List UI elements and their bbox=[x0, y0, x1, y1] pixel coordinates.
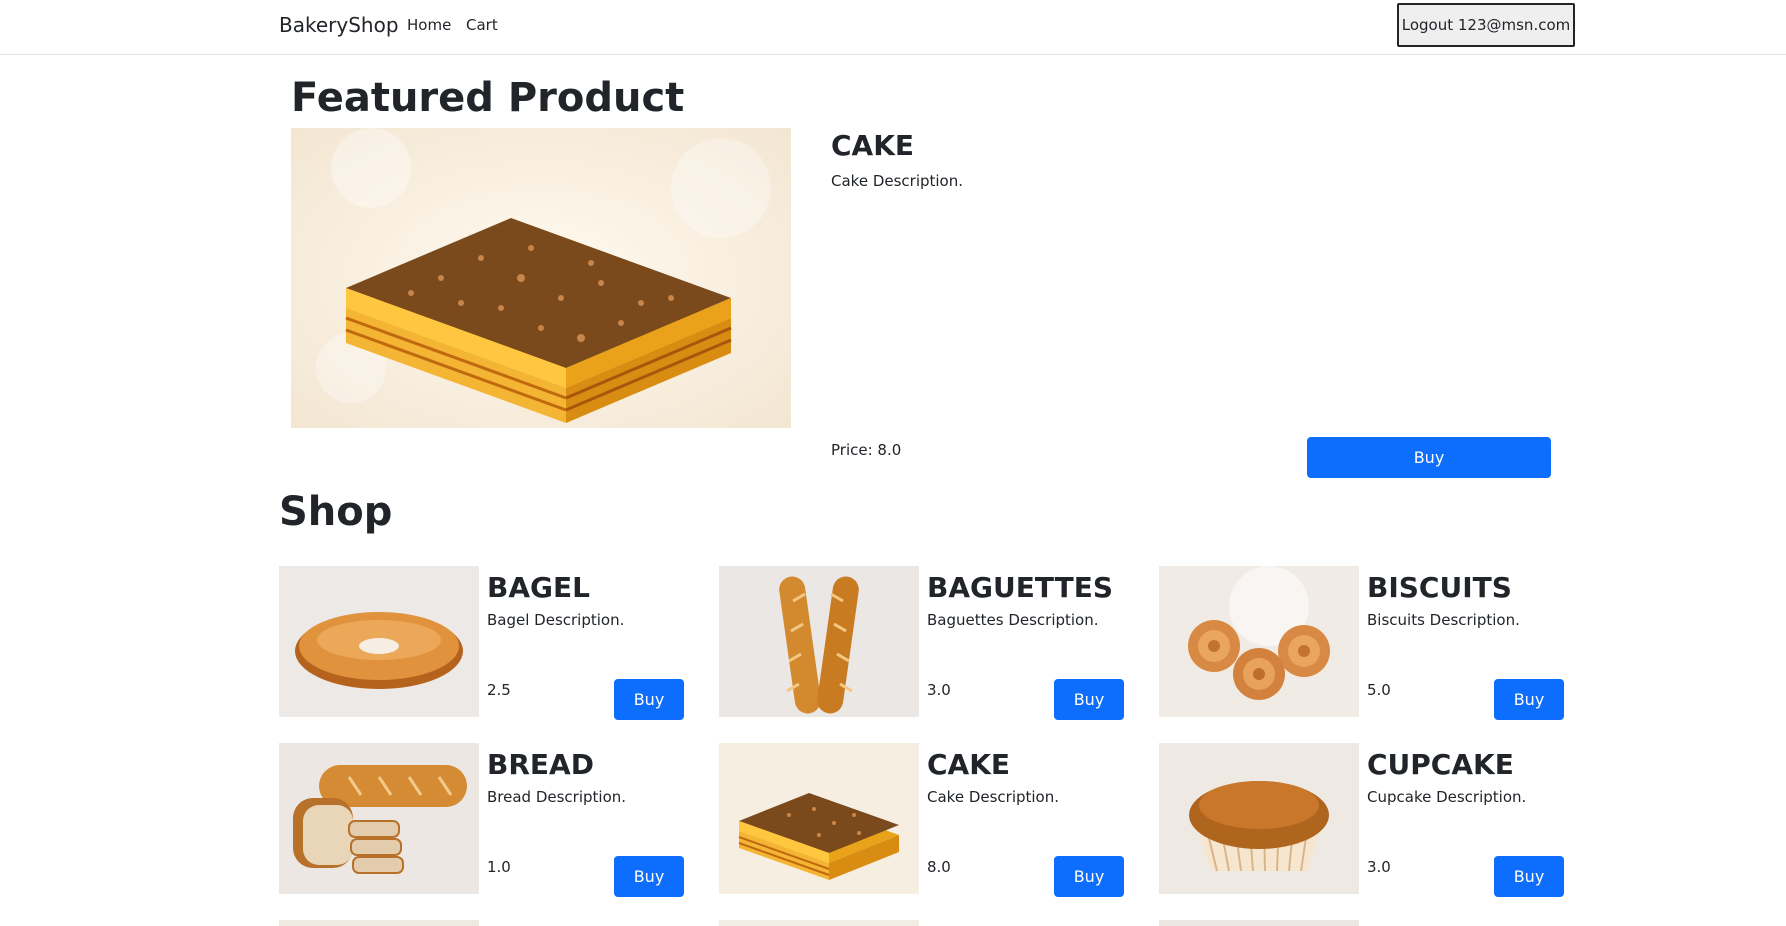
product-card-cupcake: CUPCAKE Cupcake Description. 3.0 Buy bbox=[1159, 743, 1579, 897]
product-image-partial bbox=[1159, 920, 1359, 926]
product-price: 2.5 bbox=[487, 681, 511, 699]
product-image-bread bbox=[279, 743, 479, 894]
featured-product-name: CAKE bbox=[831, 129, 915, 162]
product-name: BAGUETTES bbox=[927, 571, 1113, 604]
buy-button[interactable]: Buy bbox=[1054, 679, 1124, 720]
buy-button[interactable]: Buy bbox=[1494, 856, 1564, 897]
product-image-bagel bbox=[279, 566, 479, 717]
product-name: BREAD bbox=[487, 748, 594, 781]
product-price: 3.0 bbox=[1367, 858, 1391, 876]
product-image-biscuits bbox=[1159, 566, 1359, 717]
nav-cart-link[interactable]: Cart bbox=[466, 16, 498, 34]
product-image-partial bbox=[279, 920, 479, 926]
product-description: Bread Description. bbox=[487, 788, 627, 806]
brand-link[interactable]: BakeryShop bbox=[279, 13, 399, 37]
product-card-bread: BREAD Bread Description. 1.0 Buy bbox=[279, 743, 699, 897]
product-price: 3.0 bbox=[927, 681, 951, 699]
product-name: CAKE bbox=[927, 748, 1011, 781]
product-description: Bagel Description. bbox=[487, 611, 625, 629]
product-price: 1.0 bbox=[487, 858, 511, 876]
product-name: CUPCAKE bbox=[1367, 748, 1514, 781]
nav-home-link[interactable]: Home bbox=[407, 16, 451, 34]
product-price: 5.0 bbox=[1367, 681, 1391, 699]
buy-button[interactable]: Buy bbox=[614, 679, 684, 720]
product-description: Biscuits Description. bbox=[1367, 611, 1520, 629]
buy-button[interactable]: Buy bbox=[1494, 679, 1564, 720]
product-card-bagel: BAGEL Bagel Description. 2.5 Buy bbox=[279, 566, 699, 720]
product-description: Cake Description. bbox=[927, 788, 1060, 806]
product-description: Cupcake Description. bbox=[1367, 788, 1527, 806]
featured-heading: Featured Product bbox=[291, 75, 685, 121]
shop-heading: Shop bbox=[279, 489, 393, 535]
buy-button[interactable]: Buy bbox=[1054, 856, 1124, 897]
featured-product-price: Price: 8.0 bbox=[831, 441, 902, 459]
buy-button[interactable]: Buy bbox=[614, 856, 684, 897]
product-image-baguettes bbox=[719, 566, 919, 717]
product-card-baguettes: BAGUETTES Baguettes Description. 3.0 Buy bbox=[719, 566, 1139, 720]
product-card-biscuits: BISCUITS Biscuits Description. 5.0 Buy bbox=[1159, 566, 1579, 720]
featured-product-image bbox=[291, 128, 791, 428]
logout-button[interactable]: Logout 123@msn.com bbox=[1397, 3, 1575, 47]
featured-product-description: Cake Description. bbox=[831, 172, 964, 190]
product-name: BISCUITS bbox=[1367, 571, 1512, 604]
product-price: 8.0 bbox=[927, 858, 951, 876]
product-name: BAGEL bbox=[487, 571, 590, 604]
product-image-cake bbox=[719, 743, 919, 894]
navbar: BakeryShop Home Cart Logout 123@msn.com bbox=[0, 0, 1786, 55]
product-card-cake: CAKE Cake Description. 8.0 Buy bbox=[719, 743, 1139, 897]
product-image-partial bbox=[719, 920, 919, 926]
featured-buy-button[interactable]: Buy bbox=[1307, 437, 1551, 478]
product-image-cupcake bbox=[1159, 743, 1359, 894]
product-description: Baguettes Description. bbox=[927, 611, 1099, 629]
